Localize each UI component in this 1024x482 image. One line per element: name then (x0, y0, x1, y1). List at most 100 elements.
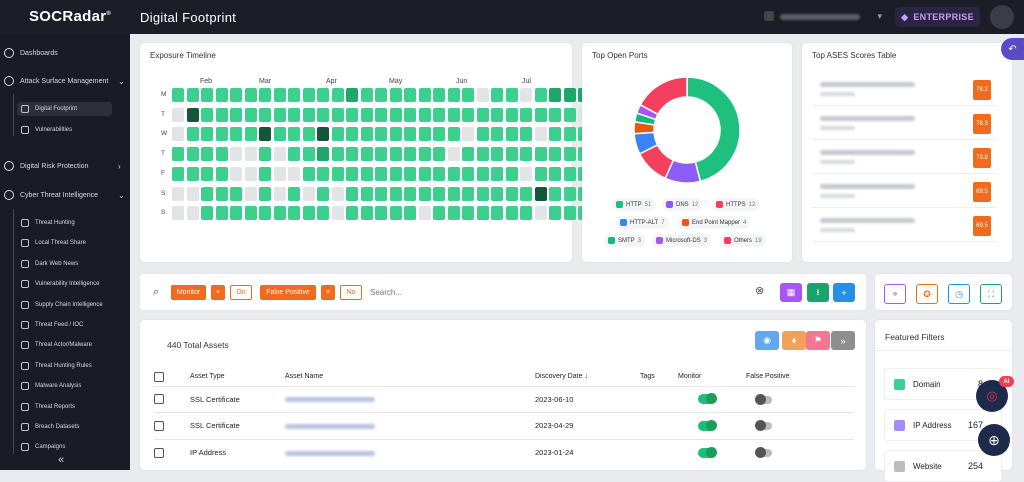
heatmap-cell[interactable] (172, 186, 184, 201)
legend-item[interactable]: HTTP 51 (612, 198, 656, 211)
heatmap-cell[interactable] (433, 206, 445, 221)
heatmap-cell[interactable] (433, 127, 445, 142)
asset-name-cell[interactable] (285, 385, 535, 413)
heatmap-cell[interactable] (186, 127, 199, 142)
heatmap-cell[interactable] (404, 206, 416, 221)
ases-row[interactable]: 69.5 (812, 178, 997, 208)
heatmap-cell[interactable] (230, 107, 242, 122)
heatmap-cell[interactable] (491, 147, 503, 162)
heatmap-cell[interactable] (331, 107, 344, 122)
clear-search-icon[interactable]: ⊗ (755, 284, 764, 297)
heatmap-cell[interactable] (462, 127, 474, 142)
heatmap-cell[interactable] (201, 127, 213, 142)
col-asset-type[interactable]: Asset Type (190, 368, 285, 386)
heatmap-cell[interactable] (201, 186, 213, 201)
heatmap-cell[interactable] (273, 166, 286, 181)
sidebar-item-cti[interactable]: Vulnerability Intelligence (21, 277, 99, 291)
sidebar-item-cti[interactable]: Dark Web News (21, 257, 78, 271)
heatmap-cell[interactable] (273, 127, 286, 142)
heatmap-cell[interactable] (215, 186, 228, 201)
heatmap-cell[interactable] (520, 147, 532, 162)
sidebar-item-cti[interactable]: Threat Reports (21, 400, 75, 414)
heatmap-cell[interactable] (491, 88, 503, 102)
legend-item[interactable]: SMTP 3 (604, 234, 646, 247)
add-asset-button[interactable]: + (833, 283, 855, 302)
heatmap-cell[interactable] (230, 206, 242, 221)
heatmap-cell[interactable] (172, 147, 184, 162)
heatmap-cell[interactable] (520, 88, 532, 102)
monitor-filter-chip[interactable]: Monitor (171, 285, 206, 300)
heatmap-cell[interactable] (476, 206, 489, 221)
flag-button[interactable]: ⚑ (806, 331, 830, 350)
heatmap-cell[interactable] (563, 147, 576, 162)
heatmap-cell[interactable] (201, 107, 213, 122)
heatmap-cell[interactable] (404, 147, 416, 162)
heatmap-cell[interactable] (317, 206, 329, 221)
heatmap-cell[interactable] (404, 186, 416, 201)
heatmap-cell[interactable] (244, 127, 257, 142)
heatmap-cell[interactable] (186, 186, 199, 201)
heatmap-cell[interactable] (201, 166, 213, 181)
download-button[interactable]: ⭳ (807, 283, 829, 302)
help-button[interactable]: ⊕ (978, 424, 1010, 456)
heatmap-cell[interactable] (563, 206, 576, 221)
false-positive-filter-chip[interactable]: False Positive (260, 285, 316, 300)
heatmap-cell[interactable] (259, 88, 271, 102)
heatmap-cell[interactable] (346, 147, 358, 162)
heatmap-cell[interactable] (563, 107, 576, 122)
heatmap-cell[interactable] (505, 147, 518, 162)
heatmap-cell[interactable] (201, 147, 213, 162)
heatmap-cell[interactable] (418, 206, 431, 221)
heatmap-cell[interactable] (244, 206, 257, 221)
heatmap-cell[interactable] (549, 88, 561, 102)
heatmap-cell[interactable] (563, 166, 576, 181)
heatmap-cell[interactable] (505, 107, 518, 122)
heatmap-cell[interactable] (186, 166, 199, 181)
heatmap-cell[interactable] (273, 186, 286, 201)
sidebar-item-cti[interactable]: Breach Datasets (21, 420, 79, 434)
row-checkbox[interactable] (154, 420, 164, 431)
heatmap-cell[interactable] (331, 127, 344, 142)
heatmap-cell[interactable] (273, 147, 286, 162)
donut-slice-others[interactable] (639, 76, 688, 116)
sidebar-item-cti[interactable]: Threat Feed / IOC (21, 318, 83, 332)
heatmap-cell[interactable] (520, 127, 532, 142)
heatmap-cell[interactable] (302, 206, 315, 221)
heatmap-cell[interactable] (534, 127, 547, 142)
heatmap-cell[interactable] (346, 127, 358, 142)
heatmap-cell[interactable] (389, 147, 402, 162)
heatmap-cell[interactable] (375, 127, 387, 142)
legend-item[interactable]: End Point Mapper 4 (678, 216, 751, 229)
heatmap-cell[interactable] (331, 186, 344, 201)
legend-item[interactable]: Others 19 (720, 234, 766, 247)
heatmap-cell[interactable] (447, 166, 460, 181)
heatmap-cell[interactable] (172, 166, 184, 181)
heatmap-cell[interactable] (186, 88, 199, 102)
heatmap-cell[interactable] (360, 186, 373, 201)
heatmap-cell[interactable] (433, 107, 445, 122)
heatmap-cell[interactable] (302, 127, 315, 142)
heatmap-cell[interactable] (331, 166, 344, 181)
heatmap-cell[interactable] (244, 107, 257, 122)
heatmap-cell[interactable] (317, 166, 329, 181)
heatmap-cell[interactable] (244, 186, 257, 201)
sidebar-item-cti[interactable]: Threat Hunting (21, 216, 75, 230)
sidebar-item-digital-footprint[interactable]: Digital Footprint (17, 102, 112, 116)
pin-button[interactable]: ⌖ (884, 284, 906, 304)
heatmap-cell[interactable] (201, 88, 213, 102)
heatmap-cell[interactable] (230, 147, 242, 162)
heatmap-cell[interactable] (389, 186, 402, 201)
heatmap-cell[interactable] (447, 127, 460, 142)
asset-name-cell[interactable] (285, 412, 535, 439)
heatmap-cell[interactable] (230, 127, 242, 142)
heatmap-cell[interactable] (476, 166, 489, 181)
heatmap-cell[interactable] (505, 186, 518, 201)
heatmap-cell[interactable] (331, 147, 344, 162)
heatmap-cell[interactable] (317, 107, 329, 122)
heatmap-cell[interactable] (360, 88, 373, 102)
col-monitor[interactable]: Monitor (678, 368, 746, 386)
heatmap-cell[interactable] (288, 88, 300, 102)
heatmap-cell[interactable] (172, 88, 184, 102)
calendar-button[interactable]: ▦ (780, 283, 802, 302)
false-positive-filter-value[interactable]: No (340, 285, 362, 300)
